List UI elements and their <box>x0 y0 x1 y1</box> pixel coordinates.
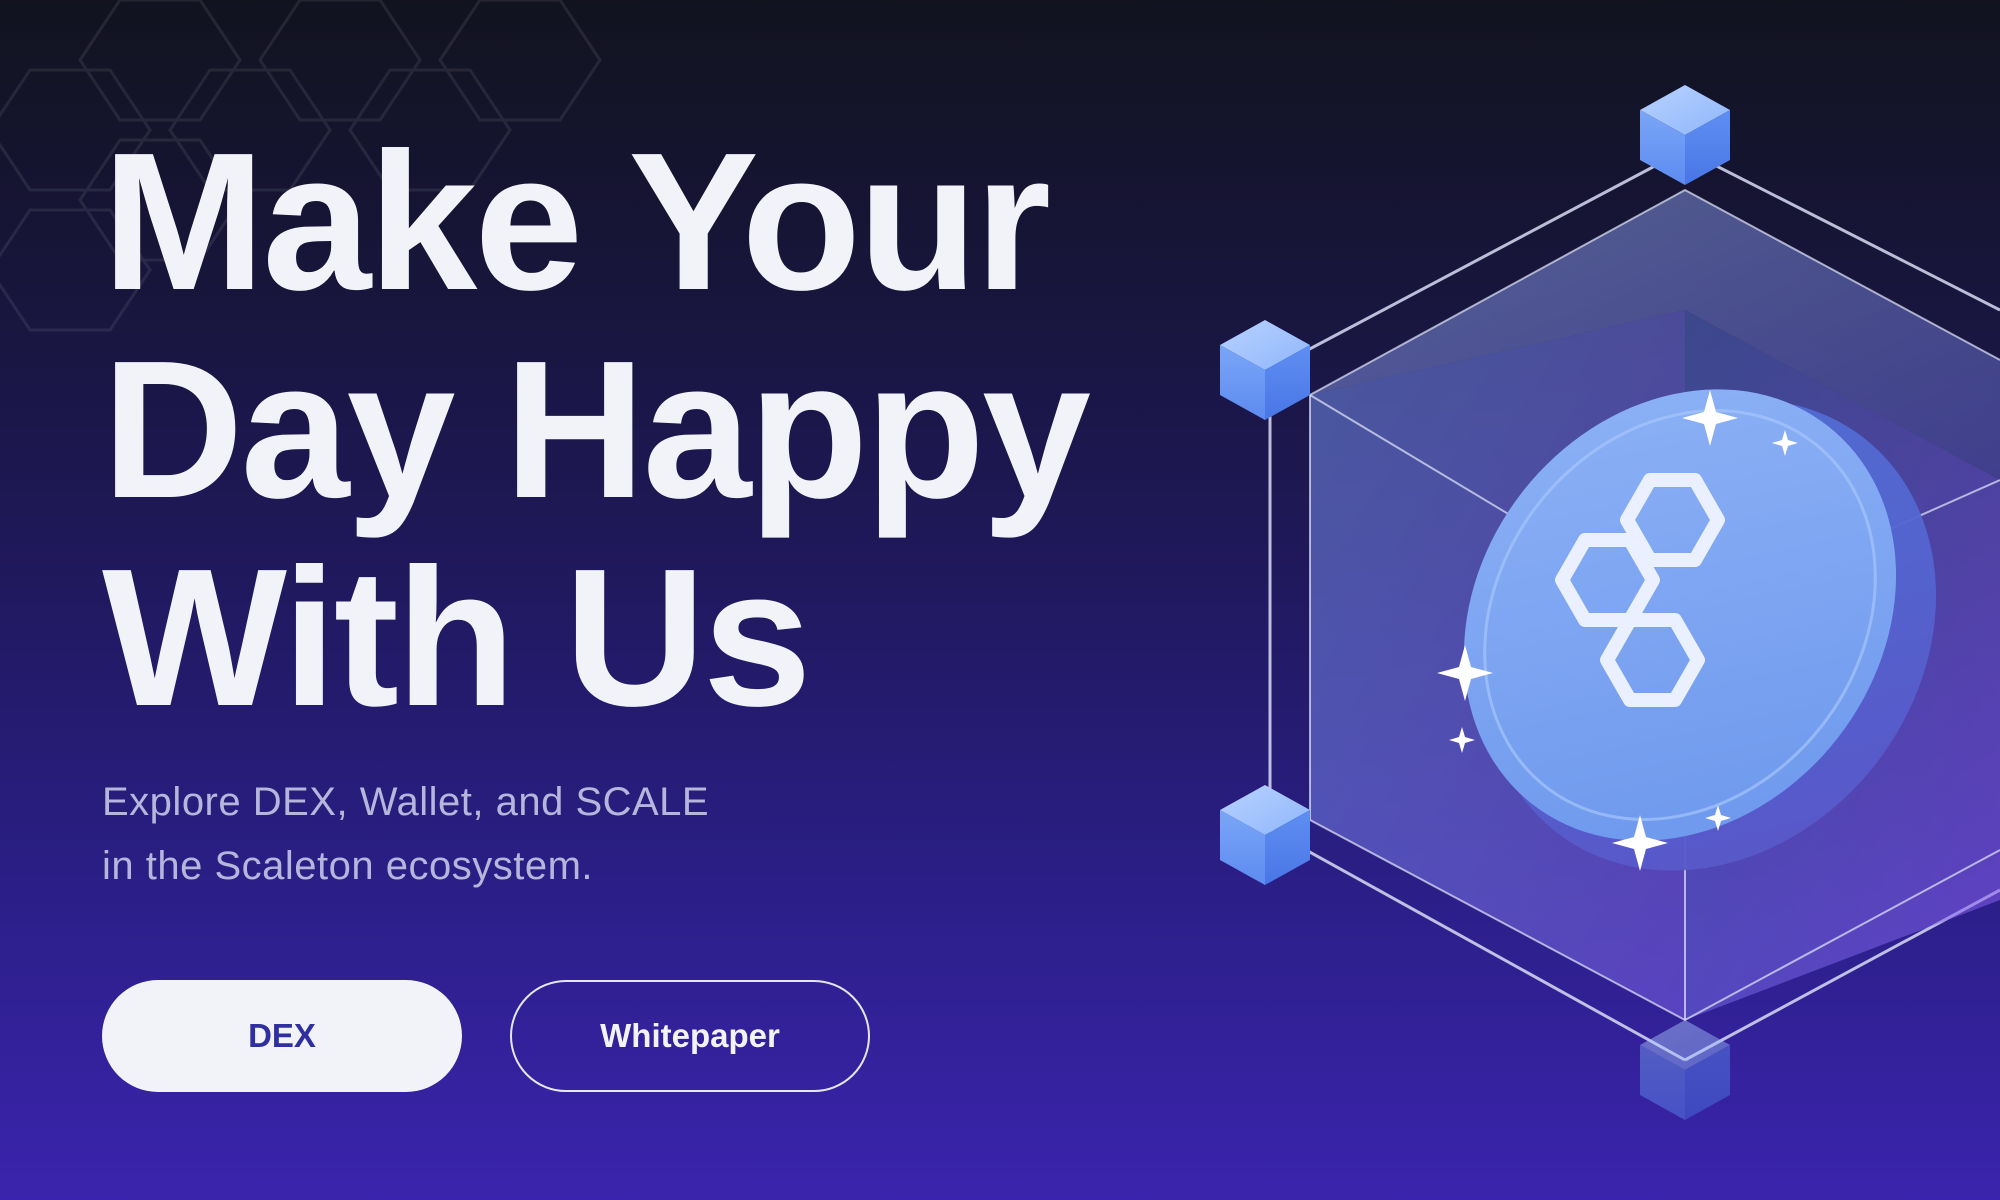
hexagon-cube-coin-logo-icon <box>1220 85 2000 1120</box>
hero-section: Make Your Day Happy With Us <box>102 118 1252 742</box>
subtitle-line-1: Explore DEX, Wallet, and SCALE <box>102 780 710 824</box>
headline-line-1: Make Your <box>102 112 1051 331</box>
subtitle-line-2: in the Scaleton ecosystem. <box>102 844 594 888</box>
dex-button[interactable]: DEX <box>102 980 462 1092</box>
headline-line-3: With Us <box>102 528 812 747</box>
hero-illustration <box>1180 60 2000 1140</box>
whitepaper-button[interactable]: Whitepaper <box>510 980 870 1092</box>
headline-line-2: Day Happy <box>102 320 1091 539</box>
whitepaper-button-label: Whitepaper <box>600 1017 780 1054</box>
dex-button-label: DEX <box>248 1017 316 1054</box>
hero-subtitle: Explore DEX, Wallet, and SCALE in the Sc… <box>102 770 709 898</box>
hero-headline: Make Your Day Happy With Us <box>102 118 1252 742</box>
